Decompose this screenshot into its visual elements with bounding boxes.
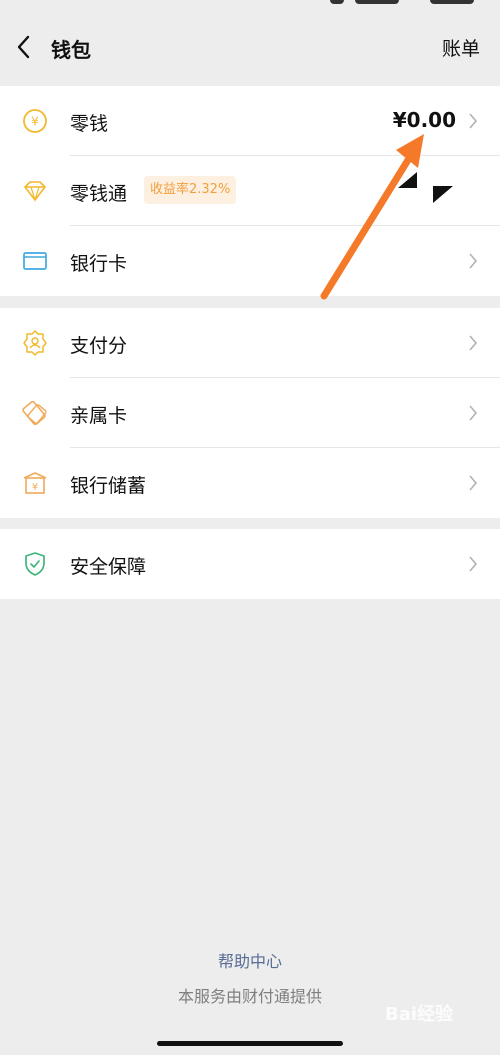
- item-label: 安全保障: [70, 556, 147, 578]
- svg-text:¥: ¥: [31, 115, 39, 129]
- navigation-bar: 钱包 账单: [0, 12, 500, 84]
- chevron-right-icon: [469, 253, 478, 269]
- item-label: 支付分: [70, 335, 128, 357]
- chevron-right-icon: [469, 405, 478, 421]
- wallet-group-balance: ¥ 零钱 ¥0.00 零钱通 收益率2.32% 银行卡: [0, 86, 500, 296]
- list-item-bank-deposit[interactable]: ¥ 银行储蓄: [0, 448, 500, 518]
- status-glyph: [430, 0, 474, 4]
- page-title: 钱包: [51, 38, 91, 62]
- bill-button[interactable]: 账单: [442, 34, 480, 61]
- chevron-right-icon: [469, 113, 478, 129]
- chevron-right-icon: [469, 475, 478, 491]
- status-glyph: [330, 0, 344, 4]
- chevron-right-icon: [469, 335, 478, 351]
- list-item-security[interactable]: 安全保障: [0, 529, 500, 599]
- help-center-link[interactable]: 帮助中心: [0, 948, 500, 972]
- list-item-lingqiantong[interactable]: 零钱通 收益率2.32%: [0, 156, 500, 226]
- shield-check-icon: [25, 552, 45, 576]
- item-label: 银行卡: [70, 253, 128, 275]
- watermark-logo: Bai经验: [385, 1004, 454, 1025]
- bank-deposit-icon: ¥: [23, 472, 47, 494]
- chevron-right-icon: [469, 556, 478, 572]
- yuan-coin-icon: ¥: [23, 109, 47, 133]
- status-bar: [0, 0, 500, 12]
- list-item-family-card[interactable]: 亲属卡: [0, 378, 500, 448]
- item-label: 银行储蓄: [70, 475, 147, 497]
- chevron-left-icon: [17, 35, 30, 59]
- status-glyph: [355, 0, 399, 4]
- list-item-bank-card[interactable]: 银行卡: [0, 226, 500, 296]
- wallet-group-services: 支付分 亲属卡 ¥ 银行储蓄: [0, 308, 500, 518]
- badge-person-icon: [23, 330, 47, 356]
- svg-text:¥: ¥: [32, 482, 38, 493]
- item-label: 零钱: [70, 113, 109, 135]
- back-button[interactable]: [10, 32, 40, 62]
- yield-badge: 收益率2.32%: [144, 176, 237, 204]
- bank-card-icon: [23, 252, 47, 270]
- balance-value: ¥0.00: [392, 108, 456, 132]
- home-indicator: [157, 1041, 343, 1046]
- item-label: 零钱通: [70, 183, 128, 205]
- list-item-change[interactable]: ¥ 零钱 ¥0.00: [0, 86, 500, 156]
- wallet-group-security: 安全保障: [0, 529, 500, 599]
- diamond-icon: [24, 181, 46, 203]
- list-item-pay-score[interactable]: 支付分: [0, 308, 500, 378]
- item-label: 亲属卡: [70, 405, 128, 427]
- family-card-icon: [22, 400, 47, 426]
